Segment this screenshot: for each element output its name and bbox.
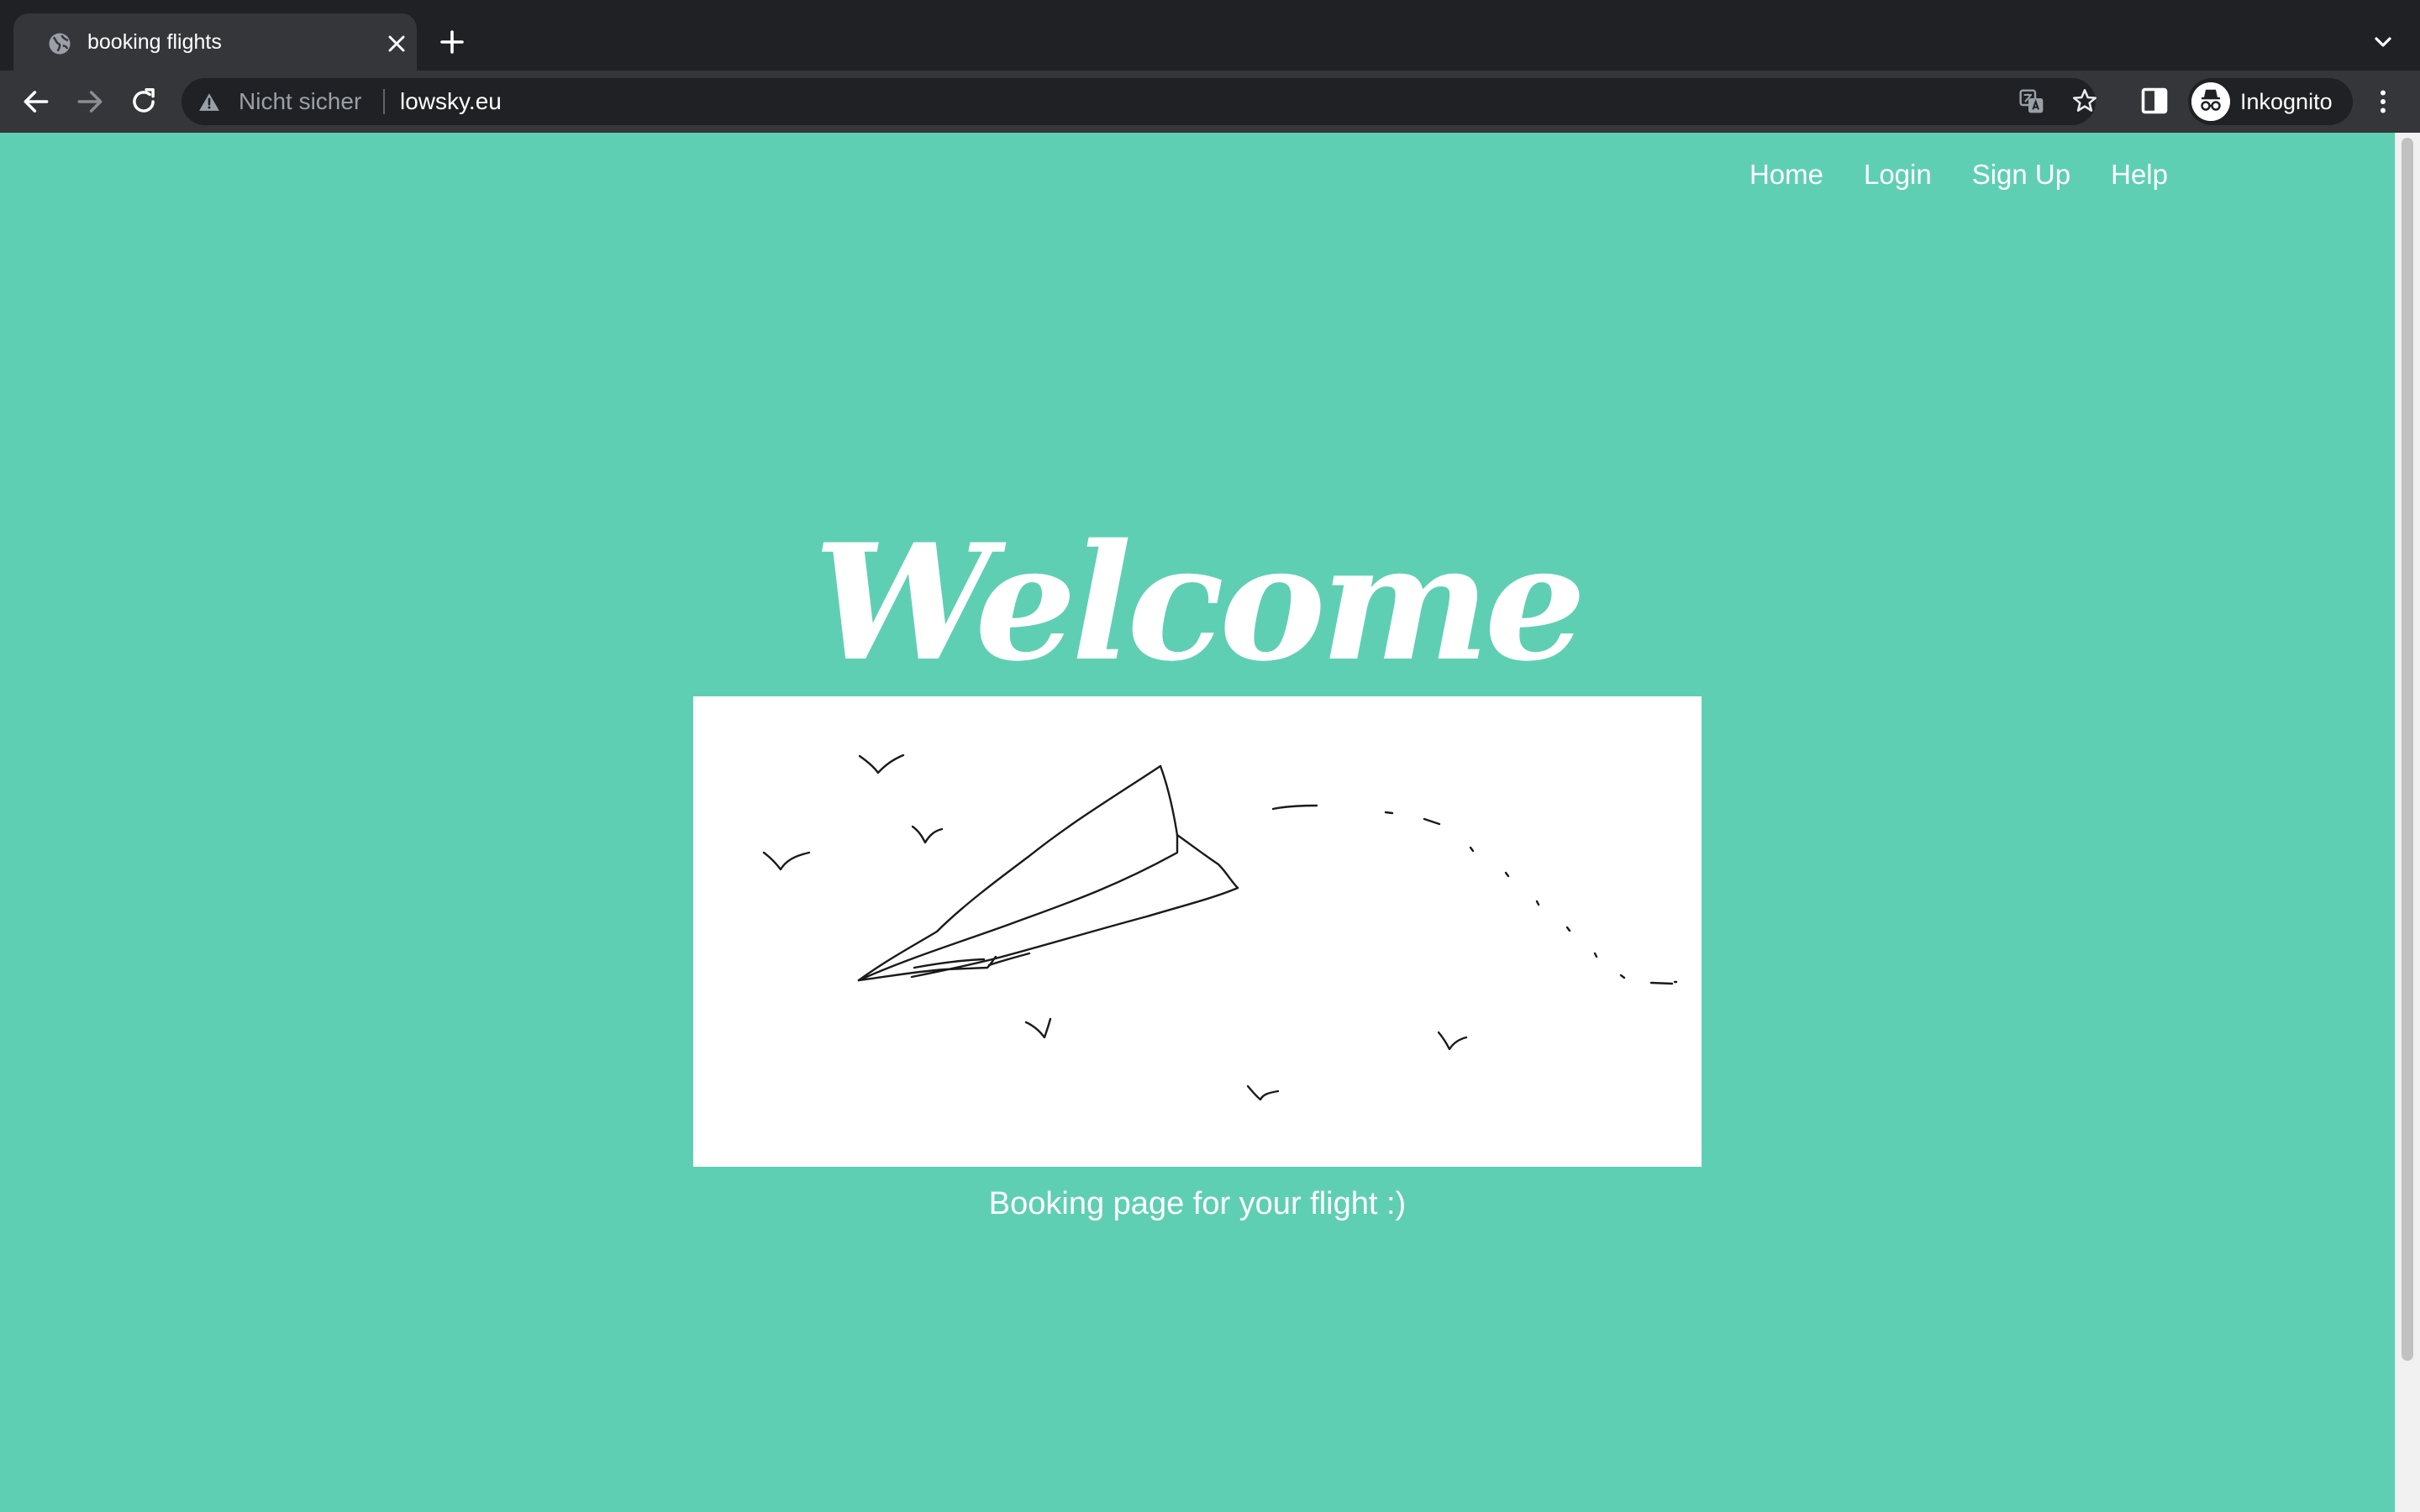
- plane-fold-line: [857, 833, 1179, 982]
- tab-strip: booking flights: [0, 0, 2420, 71]
- side-panel-icon[interactable]: [2139, 86, 2170, 116]
- trail-dot-7: [1593, 952, 1598, 958]
- trail-dot-2: [1423, 817, 1441, 826]
- scrollbar-thumb[interactable]: [2402, 138, 2413, 1361]
- browser-toolbar: Nicht sicher lowsky.eu Inkognito: [0, 71, 2420, 133]
- incognito-profile-chip[interactable]: Inkognito: [2188, 78, 2353, 125]
- trail-dot-3: [1469, 846, 1475, 853]
- plane-tail-edge: [1159, 764, 1179, 837]
- trail-dot-5: [1535, 900, 1540, 906]
- paper-plane-illustration: [693, 696, 1702, 1167]
- paper-plane-drawing: [762, 753, 1678, 1101]
- plane-wing-tip: [1176, 833, 1239, 890]
- profile-label: Inkognito: [2240, 89, 2333, 114]
- bird-4: [1024, 1017, 1052, 1039]
- warning-icon[interactable]: [198, 92, 220, 112]
- bird-2: [762, 851, 811, 871]
- address-divider: [383, 89, 385, 114]
- kebab-menu-icon[interactable]: [2368, 86, 2398, 118]
- browser-tab[interactable]: booking flights: [13, 13, 417, 71]
- page-scrollbar[interactable]: [2395, 133, 2420, 1512]
- nav-home-link[interactable]: Home: [1749, 156, 1823, 193]
- address-bar[interactable]: Nicht sicher lowsky.eu: [182, 78, 2099, 125]
- page-viewport: Home Login Sign Up Help Welcome Booking …: [0, 133, 2420, 1512]
- reload-icon[interactable]: [128, 86, 160, 118]
- chevron-down-icon[interactable]: [2370, 29, 2396, 55]
- site-nav: Home Login Sign Up Help: [1749, 156, 2168, 193]
- hero-caption: Booking page for your flight :): [988, 1186, 1407, 1221]
- bird-3: [911, 825, 944, 844]
- new-tab-plus-icon[interactable]: [437, 27, 467, 57]
- bird-6: [1246, 1084, 1280, 1101]
- security-status-label[interactable]: Nicht sicher: [239, 87, 361, 117]
- nav-login-link[interactable]: Login: [1864, 156, 1932, 193]
- incognito-icon: [2191, 82, 2230, 121]
- star-icon[interactable]: [2070, 87, 2099, 115]
- tab-title: booking flights: [87, 30, 222, 54]
- back-arrow-icon[interactable]: [20, 86, 52, 118]
- trail-line-1: [1271, 804, 1318, 811]
- url-text[interactable]: lowsky.eu: [400, 87, 502, 117]
- trail-dot-4: [1504, 871, 1510, 878]
- plane-top-edge: [857, 764, 1162, 982]
- close-icon[interactable]: [383, 30, 410, 57]
- bird-1: [858, 753, 905, 774]
- forward-arrow-icon[interactable]: [74, 86, 106, 118]
- globe-icon: [49, 33, 71, 55]
- translate-icon[interactable]: [2018, 88, 2045, 115]
- nav-signup-link[interactable]: Sign Up: [1972, 156, 2070, 193]
- plane-bottom-edge: [910, 886, 1239, 979]
- trail-dot-1: [1384, 811, 1394, 815]
- trail-end: [1649, 980, 1678, 985]
- trail-dot-6: [1565, 926, 1571, 932]
- welcome-heading: Welcome: [813, 509, 1586, 696]
- nav-help-link[interactable]: Help: [2111, 156, 2168, 193]
- trail-dot-8: [1619, 974, 1626, 979]
- bird-5: [1437, 1031, 1468, 1051]
